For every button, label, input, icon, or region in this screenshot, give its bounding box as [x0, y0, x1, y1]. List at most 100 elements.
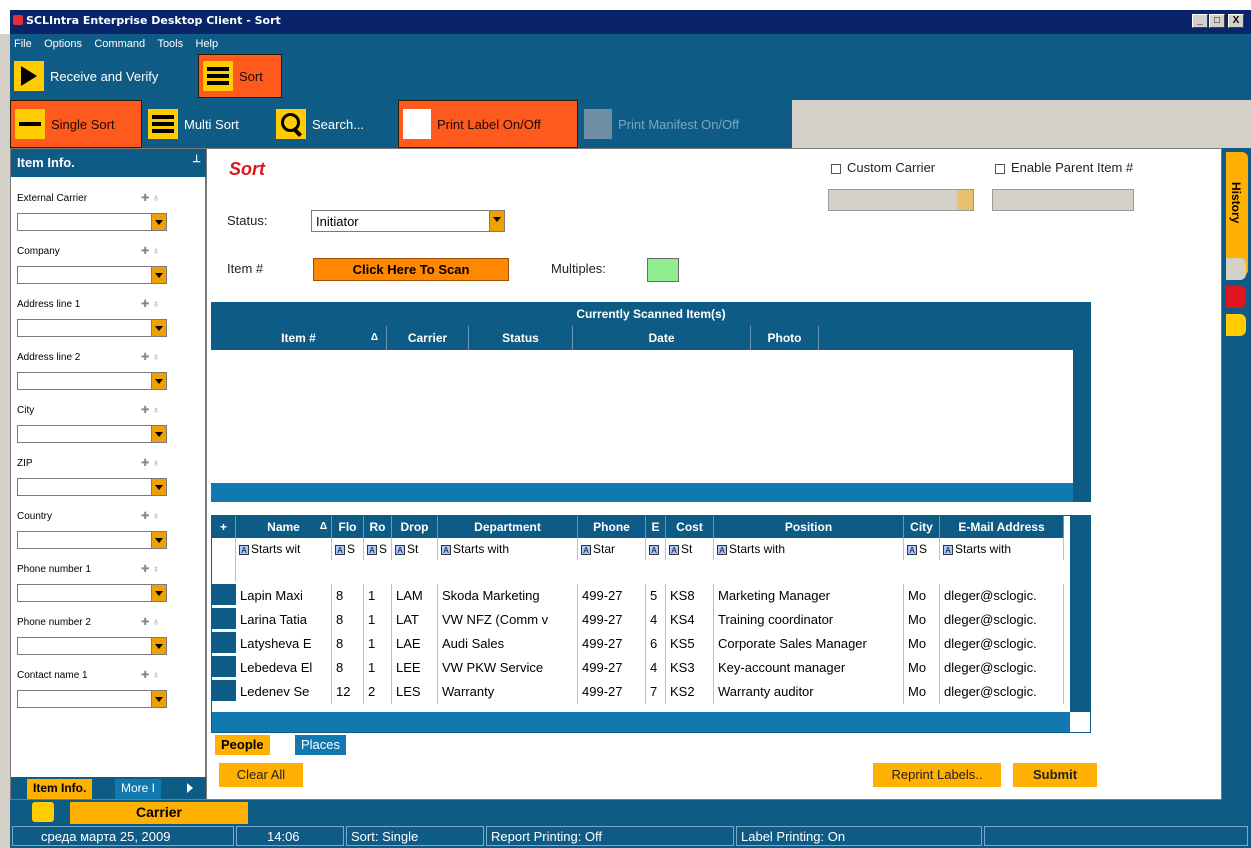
address-1-combo[interactable]: [17, 319, 167, 337]
pin-icon[interactable]: ⊥: [192, 154, 201, 165]
dropdown-arrow-icon[interactable]: [151, 373, 166, 389]
contact-1-combo[interactable]: [17, 690, 167, 708]
table-cell[interactable]: Warranty auditor: [714, 680, 904, 704]
filter-type-icon[interactable]: A: [669, 545, 679, 555]
tab-more[interactable]: More I: [115, 779, 162, 799]
custom-carrier-combo[interactable]: [828, 189, 974, 211]
clear-all-button[interactable]: Clear All: [219, 763, 303, 787]
col-cost[interactable]: Cost: [666, 516, 714, 538]
dropdown-arrow-icon[interactable]: [151, 267, 166, 283]
table-cell[interactable]: Key-account manager: [714, 656, 904, 680]
table-cell[interactable]: Mo: [904, 584, 940, 608]
minimize-button[interactable]: _: [1192, 14, 1208, 28]
table-cell[interactable]: 8: [332, 608, 364, 632]
col-ext[interactable]: E: [646, 516, 666, 538]
dropdown-arrow-icon[interactable]: [957, 190, 973, 210]
table-cell[interactable]: Lapin Maxi: [236, 584, 332, 608]
menu-file[interactable]: File: [14, 38, 32, 50]
table-cell[interactable]: 8: [332, 656, 364, 680]
filter-type-icon[interactable]: A: [717, 545, 727, 555]
add-lock-icons[interactable]: ✚ ♁: [141, 670, 160, 681]
filter-city[interactable]: AS: [904, 538, 940, 560]
table-cell[interactable]: Warranty: [438, 680, 578, 704]
print-label-toggle-button[interactable]: Print Label On/Off: [398, 100, 578, 148]
table-cell[interactable]: LAM: [392, 584, 438, 608]
table-cell[interactable]: dleger@sclogic.: [940, 680, 1064, 704]
col-date[interactable]: Date: [573, 326, 751, 350]
people-horizontal-scrollbar[interactable]: [212, 712, 1070, 732]
dropdown-arrow-icon[interactable]: [489, 211, 504, 231]
filter-phone[interactable]: A Star: [578, 538, 646, 560]
col-status[interactable]: Status: [469, 326, 573, 350]
table-cell[interactable]: Mo: [904, 608, 940, 632]
add-lock-icons[interactable]: ✚ ♁: [141, 405, 160, 416]
checkbox-box[interactable]: [831, 163, 841, 174]
carrier-handshake-icon[interactable]: [32, 802, 54, 822]
filter-department[interactable]: A Starts with: [438, 538, 578, 560]
table-cell[interactable]: 499-27: [578, 632, 646, 656]
table-cell[interactable]: dleger@sclogic.: [940, 584, 1064, 608]
city-combo[interactable]: [17, 425, 167, 443]
maximize-button[interactable]: □: [1209, 14, 1225, 28]
col-department[interactable]: Department: [438, 516, 578, 538]
search-button[interactable]: Search...: [276, 108, 364, 140]
filter-type-icon[interactable]: A: [367, 545, 377, 555]
filter-type-icon[interactable]: A: [581, 545, 591, 555]
row-selector[interactable]: [212, 608, 236, 630]
col-photo[interactable]: Photo: [751, 326, 819, 350]
external-carrier-combo[interactable]: [17, 213, 167, 231]
dropdown-arrow-icon[interactable]: [151, 691, 166, 707]
filter-ext[interactable]: A: [646, 538, 666, 560]
col-drop[interactable]: Drop: [392, 516, 438, 538]
col-city[interactable]: City: [904, 516, 940, 538]
filter-room[interactable]: AS: [364, 538, 392, 560]
add-lock-icons[interactable]: ✚ ♁: [141, 193, 160, 204]
table-cell[interactable]: Mo: [904, 656, 940, 680]
carrier-tab[interactable]: Carrier: [70, 802, 248, 824]
table-cell[interactable]: Lebedeva El: [236, 656, 332, 680]
table-cell[interactable]: KS4: [666, 608, 714, 632]
phone-1-combo[interactable]: [17, 584, 167, 602]
tab-scroll-right-icon[interactable]: [187, 783, 193, 793]
filter-clear-icon[interactable]: [212, 538, 236, 582]
table-cell[interactable]: 499-27: [578, 584, 646, 608]
col-phone[interactable]: Phone: [578, 516, 646, 538]
add-lock-icons[interactable]: ✚ ♁: [141, 352, 160, 363]
table-cell[interactable]: 1: [364, 584, 392, 608]
table-cell[interactable]: LAT: [392, 608, 438, 632]
table-cell[interactable]: 1: [364, 656, 392, 680]
table-cell[interactable]: Mo: [904, 632, 940, 656]
filter-email[interactable]: A Starts with: [940, 538, 1064, 560]
camera-icon[interactable]: [1226, 258, 1246, 280]
dropdown-arrow-icon[interactable]: [151, 479, 166, 495]
country-combo[interactable]: [17, 531, 167, 549]
row-selector[interactable]: [212, 680, 236, 702]
table-cell[interactable]: 6: [646, 632, 666, 656]
filter-position[interactable]: A Starts with: [714, 538, 904, 560]
table-cell[interactable]: 499-27: [578, 656, 646, 680]
people-vertical-scrollbar[interactable]: [1070, 516, 1090, 712]
table-cell[interactable]: Audi Sales: [438, 632, 578, 656]
table-cell[interactable]: KS5: [666, 632, 714, 656]
submit-button[interactable]: Submit: [1013, 763, 1097, 787]
table-cell[interactable]: dleger@sclogic.: [940, 632, 1064, 656]
add-lock-icons[interactable]: ✚ ♁: [141, 617, 160, 628]
filter-cost[interactable]: A St: [666, 538, 714, 560]
dropdown-arrow-icon[interactable]: [151, 585, 166, 601]
table-cell[interactable]: 499-27: [578, 680, 646, 704]
table-cell[interactable]: Ledenev Se: [236, 680, 332, 704]
table-cell[interactable]: Marketing Manager: [714, 584, 904, 608]
filter-type-icon[interactable]: A: [335, 545, 345, 555]
dropdown-arrow-icon[interactable]: [151, 320, 166, 336]
col-carrier[interactable]: Carrier: [387, 326, 469, 350]
table-cell[interactable]: 8: [332, 632, 364, 656]
company-combo[interactable]: [17, 266, 167, 284]
table-cell[interactable]: Mo: [904, 680, 940, 704]
table-cell[interactable]: 499-27: [578, 608, 646, 632]
filter-type-icon[interactable]: A: [649, 545, 659, 555]
table-cell[interactable]: dleger@sclogic.: [940, 656, 1064, 680]
sort-button[interactable]: Sort: [198, 54, 282, 98]
status-select[interactable]: Initiator: [311, 210, 505, 232]
tab-people[interactable]: People: [215, 735, 270, 755]
filter-name[interactable]: A Starts wit: [236, 538, 332, 560]
